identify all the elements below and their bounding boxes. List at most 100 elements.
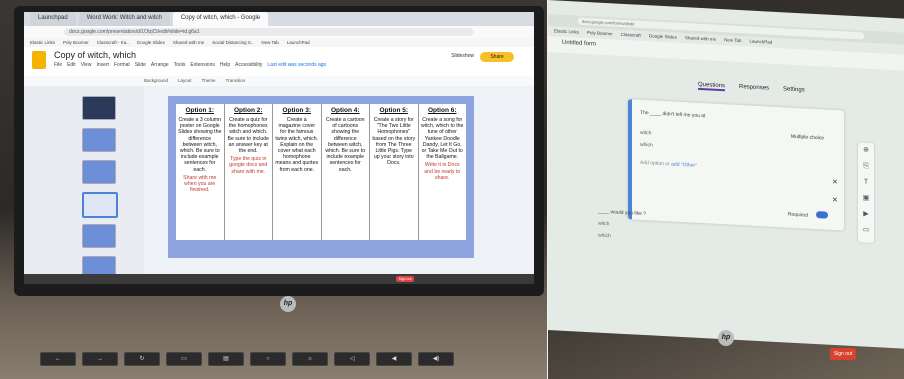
menu-item[interactable]: Extensions bbox=[190, 62, 214, 68]
menu-item[interactable]: Help bbox=[220, 62, 230, 68]
menu-item[interactable]: Tools bbox=[174, 62, 186, 68]
remove-option-icon[interactable]: ✕ bbox=[832, 196, 838, 204]
option-item[interactable]: which bbox=[640, 142, 653, 149]
add-option-label[interactable]: Add option or bbox=[640, 160, 671, 168]
menu-item[interactable]: Arrange bbox=[151, 62, 169, 68]
bookmark[interactable]: New Tab bbox=[261, 38, 278, 47]
url-field[interactable]: docs.google.com/presentation/d/1OlzjCt/e… bbox=[64, 28, 474, 36]
slide-thumbnail[interactable] bbox=[82, 160, 116, 184]
slide-thumbnail[interactable] bbox=[82, 224, 116, 248]
option-column[interactable]: Option 5: Create a story for "The Two Li… bbox=[370, 104, 419, 240]
sign-out-button[interactable]: Sign out bbox=[396, 276, 414, 282]
option-column[interactable]: Option 2: Create a quiz for the homophon… bbox=[225, 104, 273, 240]
bookmark[interactable]: Social Distancing S.. bbox=[212, 38, 253, 47]
slide-thumbnail[interactable] bbox=[82, 96, 116, 120]
bookmark[interactable]: LaunchPad bbox=[287, 38, 310, 47]
browser-tab[interactable]: Launchpad bbox=[30, 12, 76, 26]
toolbar-background[interactable]: Background bbox=[144, 76, 168, 86]
bookmark[interactable]: Shared with me bbox=[173, 38, 204, 47]
menu-item[interactable]: View bbox=[81, 62, 92, 68]
bookmark[interactable]: Elastic Links bbox=[30, 38, 55, 47]
add-section-icon[interactable]: ▭ bbox=[858, 222, 874, 239]
menu-item[interactable]: Insert bbox=[96, 62, 109, 68]
choice-board-slide: Option 1: Create a 3 column poster on Go… bbox=[176, 104, 466, 240]
browser-tab-active[interactable]: Copy of witch, which - Google bbox=[172, 12, 269, 26]
key-back-icon: ← bbox=[40, 352, 76, 366]
bookmark[interactable]: Google Slides bbox=[137, 38, 165, 47]
option-column[interactable]: Option 3: Create a magazine cover for th… bbox=[273, 104, 322, 240]
add-option-row[interactable]: Add option or add "Other" bbox=[640, 160, 697, 169]
key-mute-icon: ◁ bbox=[334, 352, 370, 366]
key-overview-icon: ▤ bbox=[208, 352, 244, 366]
bookmark[interactable]: Classcraft - Ka.. bbox=[97, 38, 129, 47]
right-photo: docs.google.com/forms/d/edit Elastic Lin… bbox=[548, 0, 904, 379]
option-note: Share with me when you are finished. bbox=[183, 174, 217, 194]
toolbar-theme[interactable]: Theme bbox=[202, 76, 216, 86]
required-toggle[interactable] bbox=[816, 211, 828, 219]
add-image-icon[interactable]: ▣ bbox=[858, 190, 874, 207]
last-edit-text[interactable]: Last edit was seconds ago bbox=[267, 62, 326, 68]
key-fullscreen-icon: ▭ bbox=[166, 352, 202, 366]
option-item[interactable]: which bbox=[598, 233, 611, 240]
tab-settings[interactable]: Settings bbox=[783, 86, 805, 95]
menu-item[interactable]: Accessibility bbox=[235, 62, 262, 68]
address-bar: docs.google.com/presentation/d/1OlzjCt/e… bbox=[24, 26, 534, 38]
tab-responses[interactable]: Responses bbox=[739, 84, 769, 94]
key-volume-up-icon: ◀) bbox=[418, 352, 454, 366]
menu-item[interactable]: Format bbox=[114, 62, 130, 68]
option-column[interactable]: Option 6: Create a song for witch, which… bbox=[419, 104, 467, 240]
question-2-text[interactable]: ____ would you like ? bbox=[598, 209, 646, 218]
hp-logo: hp bbox=[718, 330, 734, 346]
form-title[interactable]: Untitled form bbox=[562, 40, 596, 48]
add-question-icon[interactable]: ⊕ bbox=[858, 142, 874, 159]
question-text[interactable]: The ____ didn't tell me you at bbox=[640, 110, 705, 119]
key-forward-icon: → bbox=[82, 352, 118, 366]
slides-logo-icon bbox=[32, 51, 46, 69]
slide-thumbnail[interactable] bbox=[82, 128, 116, 152]
form-side-toolbar: ⊕ ⎘ T ▣ ▶ ▭ bbox=[858, 142, 874, 244]
option-text: Create a magazine cover for the famous t… bbox=[275, 117, 319, 173]
browser-tab-strip: Launchpad Word Work: Witch and witch Cop… bbox=[24, 12, 534, 26]
forms-screen: docs.google.com/forms/d/edit Elastic Lin… bbox=[548, 0, 904, 349]
add-title-icon[interactable]: T bbox=[858, 174, 874, 191]
option-title: Option 5: bbox=[379, 107, 409, 114]
question-type-select[interactable]: Multiple choice bbox=[791, 134, 824, 142]
required-label: Required bbox=[787, 211, 808, 219]
key-bright-icon: ☼ bbox=[292, 352, 328, 366]
key-volume-icon: ◀ bbox=[376, 352, 412, 366]
option-text: Create a story for "The Two Little Homop… bbox=[372, 117, 416, 167]
key-dim-icon: ○ bbox=[250, 352, 286, 366]
slideshow-button[interactable]: Slideshow bbox=[451, 53, 474, 59]
slide-thumbnail-selected[interactable] bbox=[82, 192, 118, 218]
share-button[interactable]: Share bbox=[480, 52, 514, 62]
browser-tab[interactable]: Word Work: Witch and witch bbox=[78, 12, 170, 26]
sign-out-button[interactable]: Sign out bbox=[830, 348, 856, 360]
slide-canvas[interactable]: Option 1: Create a 3 column poster on Go… bbox=[168, 96, 474, 258]
option-column[interactable]: Option 4: Create a cartoon of cartoons s… bbox=[322, 104, 370, 240]
option-title: Option 1: bbox=[185, 107, 215, 114]
question-card[interactable]: The ____ didn't tell me you at Multiple … bbox=[628, 99, 844, 231]
tab-questions[interactable]: Questions bbox=[698, 81, 726, 92]
menu-item[interactable]: File bbox=[54, 62, 62, 68]
toolbar-transition[interactable]: Transition bbox=[226, 76, 246, 86]
chromeos-shelf: Sign out bbox=[24, 274, 534, 284]
menu-item[interactable]: Edit bbox=[67, 62, 76, 68]
bookmark[interactable]: Poly Boomer bbox=[63, 38, 89, 47]
option-column[interactable]: Option 1: Create a 3 column poster on Go… bbox=[176, 104, 225, 240]
form-tabs: Questions Responses Settings bbox=[698, 81, 805, 96]
slide-filmstrip bbox=[24, 86, 144, 284]
toolbar-layout[interactable]: Layout bbox=[178, 76, 192, 86]
left-photo: Launchpad Word Work: Witch and witch Cop… bbox=[0, 0, 547, 379]
add-other-link[interactable]: add "Other" bbox=[671, 161, 697, 168]
laptop-screen: Launchpad Word Work: Witch and witch Cop… bbox=[24, 12, 534, 284]
option-text: Create a 3 column poster on Google Slide… bbox=[178, 117, 222, 173]
remove-option-icon[interactable]: ✕ bbox=[832, 178, 838, 186]
document-title[interactable]: Copy of witch, which bbox=[54, 50, 136, 60]
menu-item[interactable]: Slide bbox=[135, 62, 146, 68]
menu-bar: File Edit View Insert Format Slide Arran… bbox=[54, 62, 326, 68]
add-video-icon[interactable]: ▶ bbox=[858, 206, 874, 223]
option-item[interactable]: witch bbox=[598, 221, 609, 228]
hp-logo: hp bbox=[280, 296, 296, 312]
import-questions-icon[interactable]: ⎘ bbox=[858, 158, 874, 175]
option-item[interactable]: witch bbox=[640, 130, 651, 137]
